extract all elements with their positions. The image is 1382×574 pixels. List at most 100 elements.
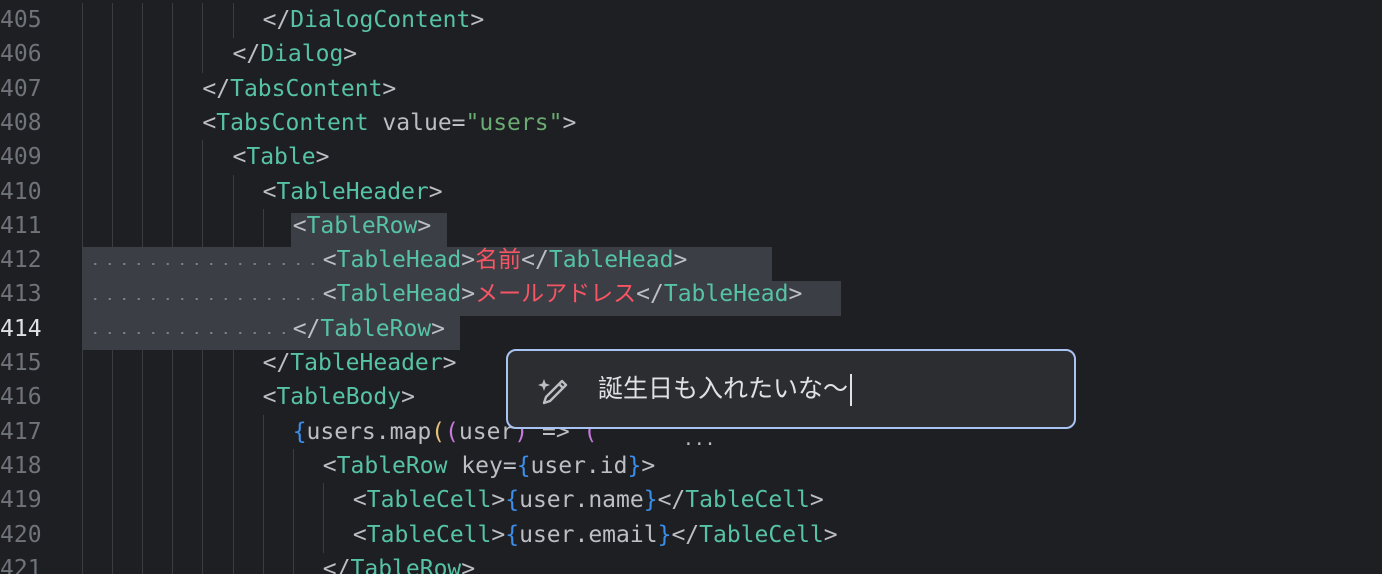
- code-line[interactable]: <TableHead>メールアドレス</TableHead>: [323, 277, 803, 311]
- indent-guide: [112, 37, 114, 73]
- indent-guide: [82, 37, 83, 73]
- indent-guide: [112, 105, 114, 142]
- indent-guide: [232, 448, 234, 485]
- code-token: user.id: [530, 452, 628, 479]
- line-number: 416: [0, 384, 42, 411]
- code-line[interactable]: </TableRow>: [293, 312, 445, 346]
- code-token: TabsContent: [230, 75, 383, 102]
- indent-guide: [82, 140, 83, 176]
- code-line[interactable]: <TableRow>: [293, 209, 432, 243]
- whitespace-dots: [88, 263, 323, 266]
- indent-guide: [82, 105, 83, 142]
- code-line[interactable]: <TableCell>{user.email}</TableCell>: [353, 518, 838, 552]
- code-token: DialogContent: [290, 7, 471, 33]
- indent-guide: [232, 346, 234, 382]
- code-line[interactable]: <TableHead>名前</TableHead>: [323, 243, 688, 277]
- indent-guide: [202, 551, 204, 574]
- code-token: TableCell: [699, 521, 824, 548]
- indent-guide: [142, 346, 144, 382]
- indent-guide: [112, 483, 114, 519]
- indent-guide: [262, 483, 264, 519]
- line-number: 419: [0, 487, 42, 514]
- code-token: <: [352, 521, 367, 548]
- code-token: TableCell: [366, 521, 492, 548]
- indent-guide: [172, 3, 174, 39]
- code-line[interactable]: <Table>: [233, 140, 330, 174]
- indent-guide: [232, 3, 234, 39]
- indent-guide: [112, 414, 114, 450]
- code-token: TableHead: [663, 281, 789, 308]
- code-token: TableHead: [548, 247, 674, 274]
- code-editor[interactable]: 405 406 407 408 409 410 411 412 413 414 415 416 417 4…: [0, 0, 1382, 574]
- indent-guide: [262, 208, 264, 245]
- ai-inline-prompt[interactable]: 誕生日も入れたいな〜: [506, 349, 1076, 429]
- indent-guide: [142, 551, 144, 574]
- code-line[interactable]: <TabsContent value="users">: [202, 106, 576, 140]
- code-line[interactable]: </TabsContent>: [202, 72, 396, 106]
- indent-guide: [82, 174, 83, 210]
- code-token: TableRow: [336, 452, 448, 479]
- indent-guide: [82, 517, 83, 553]
- indent-guide: [172, 105, 174, 142]
- indent-guide: [142, 414, 144, 450]
- code-token: </: [322, 555, 351, 574]
- line-number: 405: [0, 7, 42, 33]
- code-token: <: [202, 109, 217, 136]
- indent-guide: [262, 517, 264, 553]
- code-token: <: [322, 452, 337, 479]
- code-line[interactable]: <TableHeader>: [263, 175, 443, 209]
- code-token: >: [401, 384, 415, 411]
- indent-guide: [142, 448, 144, 485]
- code-token: TableHeader: [290, 350, 443, 376]
- indent-guide: [202, 208, 204, 245]
- indent-guide: [232, 208, 234, 245]
- ai-prompt-input[interactable]: 誕生日も入れたいな〜: [598, 369, 853, 409]
- ai-prompt-text: 誕生日も入れたいな〜: [598, 374, 849, 403]
- indent-guide: [82, 448, 83, 485]
- indent-guide: [202, 37, 204, 73]
- code-line[interactable]: </TableRow>: [323, 552, 475, 574]
- code-token: key=: [447, 452, 517, 479]
- indent-guide: [112, 174, 114, 210]
- code-token: </: [657, 487, 686, 514]
- code-line[interactable]: <TableBody>: [263, 380, 415, 414]
- code-token: }: [657, 521, 672, 548]
- code-token: >: [491, 521, 506, 548]
- line-number: 413: [0, 281, 42, 308]
- code-token: >: [461, 281, 476, 308]
- code-token: >: [315, 144, 330, 171]
- code-token: </: [202, 75, 231, 102]
- code-token: >: [470, 7, 485, 33]
- indent-guide: [202, 346, 204, 382]
- code-token: {: [516, 452, 531, 479]
- indent-guide: [232, 483, 234, 519]
- indent-guide: [112, 140, 114, 176]
- indent-guide: [142, 380, 144, 416]
- code-line[interactable]: <TableCell>{user.name}</TableCell>: [353, 483, 824, 517]
- code-line[interactable]: </DialogContent>: [263, 3, 485, 37]
- text-caret: [850, 374, 853, 406]
- line-number: 421: [0, 555, 42, 574]
- code-line[interactable]: </TableHeader>: [263, 346, 457, 380]
- code-token: }: [627, 452, 642, 479]
- indent-guide: [202, 414, 204, 450]
- indent-guide: [172, 483, 174, 519]
- indent-guide: [112, 208, 114, 245]
- code-token: >: [461, 247, 476, 274]
- indent-guide: [142, 3, 144, 39]
- code-line[interactable]: </Dialog>: [233, 37, 358, 71]
- magic-wand-sparkle-icon[interactable]: [536, 375, 570, 405]
- inlay-ellipsis: ...: [683, 429, 716, 450]
- code-token: </: [232, 41, 261, 68]
- indent-guide: [232, 517, 234, 553]
- line-number: 411: [0, 212, 42, 239]
- code-line[interactable]: <TableRow key={user.id}>: [323, 449, 655, 483]
- code-token: >: [788, 281, 803, 308]
- code-token: "users": [465, 109, 563, 136]
- indent-guide: [142, 140, 144, 176]
- indent-guide: [172, 448, 174, 485]
- code-token: <: [352, 487, 367, 514]
- indent-guide: [172, 140, 174, 176]
- indent-guide: [322, 483, 324, 519]
- indent-guide: [172, 414, 174, 450]
